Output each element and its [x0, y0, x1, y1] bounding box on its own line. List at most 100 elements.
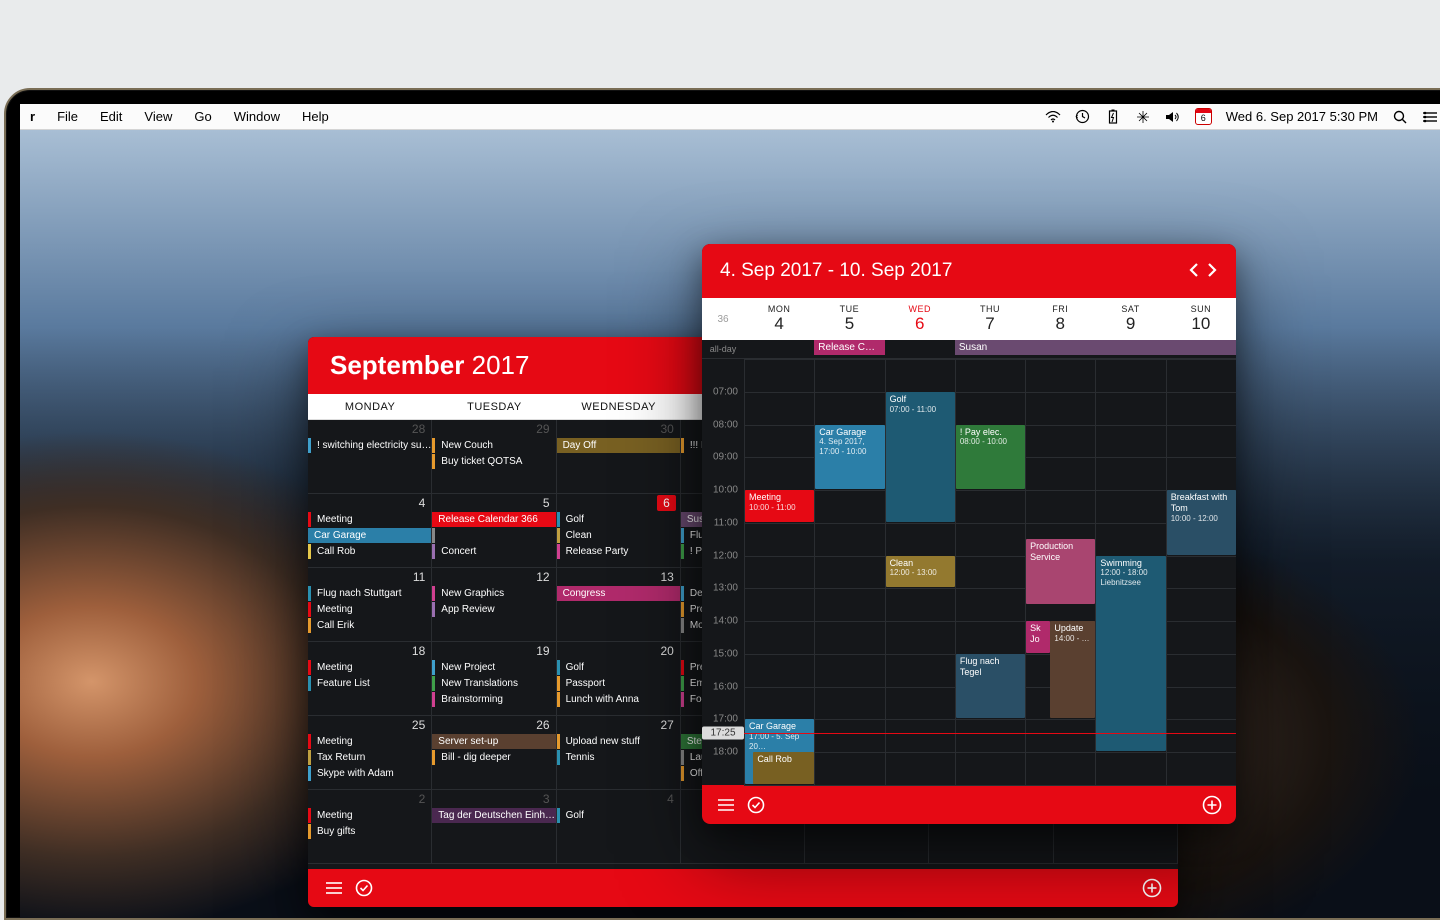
week-event[interactable]: Clean12:00 - 13:00	[886, 556, 955, 588]
month-event[interactable]: Meeting	[308, 808, 431, 823]
month-event[interactable]: Feature List	[308, 676, 431, 691]
menu-edit[interactable]: Edit	[100, 109, 122, 124]
menu-icon[interactable]	[324, 878, 344, 898]
month-cell[interactable]: 12New GraphicsApp Review	[432, 568, 556, 642]
month-event[interactable]: Upload new stuff	[557, 734, 680, 749]
menu-file[interactable]: File	[57, 109, 78, 124]
month-cell[interactable]: 5Release Calendar 366Concert	[432, 494, 556, 568]
prev-week-button[interactable]	[1188, 261, 1200, 282]
week-day-header[interactable]: TUE5	[814, 298, 884, 340]
week-event[interactable]: Call Rob	[753, 752, 814, 784]
week-event[interactable]: Golf07:00 - 11:00	[886, 392, 955, 522]
month-event[interactable]: Day Off	[557, 438, 680, 453]
menubar-clock[interactable]: Wed 6. Sep 2017 5:30 PM	[1226, 109, 1378, 124]
tasks-icon[interactable]	[354, 878, 374, 898]
month-cell[interactable]: 3Tag der Deutschen Einh…	[432, 790, 556, 864]
week-day-header[interactable]: WED6	[885, 298, 955, 340]
month-event[interactable]: Bill - dig deeper	[432, 750, 555, 765]
month-cell[interactable]: 13Congress	[557, 568, 681, 642]
week-day-column[interactable]: Car Garage4. Sep 2017, 17:00 - 10:00	[814, 359, 884, 785]
month-cell[interactable]: 4MeetingCar GarageCall Rob	[308, 494, 432, 568]
calendar-menubar-icon[interactable]: 6	[1195, 108, 1212, 125]
week-day-column[interactable]: Swimming12:00 - 18:00 Liebnitzsee	[1095, 359, 1165, 785]
add-event-button[interactable]	[1202, 795, 1222, 815]
wifi-icon[interactable]	[1045, 109, 1061, 125]
week-day-header[interactable]: MON4	[744, 298, 814, 340]
menu-view[interactable]: View	[144, 109, 172, 124]
month-event[interactable]: Golf	[557, 808, 680, 823]
month-event[interactable]: New Project	[432, 660, 555, 675]
week-day-header[interactable]: FRI8	[1025, 298, 1095, 340]
month-cell[interactable]: 18MeetingFeature List	[308, 642, 432, 716]
month-cell[interactable]: 6GolfCleanRelease Party	[557, 494, 681, 568]
month-event[interactable]: New Graphics	[432, 586, 555, 601]
month-event[interactable]: Congress	[557, 586, 680, 601]
week-day-header[interactable]: THU7	[955, 298, 1025, 340]
week-event[interactable]: ! Pay elec.08:00 - 10:00	[956, 425, 1025, 490]
week-event[interactable]: Sk Jo	[1026, 621, 1050, 653]
month-event[interactable]: Meeting	[308, 734, 431, 749]
month-cell[interactable]: 29New CouchBuy ticket QOTSA	[432, 420, 556, 494]
month-cell[interactable]: 28! switching electricity su…	[308, 420, 432, 494]
month-event[interactable]: New Translations	[432, 676, 555, 691]
menu-go[interactable]: Go	[194, 109, 211, 124]
month-cell[interactable]: 25MeetingTax ReturnSkype with Adam	[308, 716, 432, 790]
next-week-button[interactable]	[1206, 261, 1218, 282]
month-event[interactable]: Passport	[557, 676, 680, 691]
menu-help[interactable]: Help	[302, 109, 329, 124]
month-cell[interactable]: 20GolfPassportLunch with Anna	[557, 642, 681, 716]
month-event[interactable]: Flug nach Stuttgart	[308, 586, 431, 601]
month-event[interactable]: Call Erik	[308, 618, 431, 633]
month-event[interactable]: Buy ticket QOTSA	[432, 454, 555, 469]
month-event[interactable]: Call Rob	[308, 544, 431, 559]
month-event[interactable]: Release Calendar 366	[432, 512, 555, 527]
menu-icon[interactable]	[716, 795, 736, 815]
week-day-column[interactable]: Breakfast with Tom10:00 - 12:00	[1166, 359, 1236, 785]
month-event[interactable]: Clean	[557, 528, 680, 543]
battery-icon[interactable]	[1105, 109, 1121, 125]
week-day-header[interactable]: SAT9	[1095, 298, 1165, 340]
month-cell[interactable]: 30Day Off	[557, 420, 681, 494]
sync-icon[interactable]	[1135, 109, 1151, 125]
week-day-column[interactable]: Meeting10:00 - 11:00Car Garage17:00 - 5.…	[744, 359, 814, 785]
month-event[interactable]: Tennis	[557, 750, 680, 765]
month-event[interactable]: Golf	[557, 512, 680, 527]
month-cell[interactable]: 4Golf	[557, 790, 681, 864]
week-day-column[interactable]: ! Pay elec.08:00 - 10:00 Flug nach Tegel	[955, 359, 1025, 785]
week-day-header[interactable]: SUN10	[1166, 298, 1236, 340]
menu-window[interactable]: Window	[234, 109, 280, 124]
month-event[interactable]: Skype with Adam	[308, 766, 431, 781]
timemachine-icon[interactable]	[1075, 109, 1091, 125]
week-event[interactable]: Car Garage4. Sep 2017, 17:00 - 10:00	[815, 425, 884, 490]
month-event[interactable]: Golf	[557, 660, 680, 675]
week-event[interactable]: Meeting10:00 - 11:00	[745, 490, 814, 522]
month-event[interactable]	[432, 528, 555, 543]
month-cell[interactable]: 19New ProjectNew TranslationsBrainstormi…	[432, 642, 556, 716]
month-event[interactable]: Car Garage	[308, 528, 431, 543]
month-event[interactable]: Tax Return	[308, 750, 431, 765]
week-event[interactable]: Flug nach Tegel	[956, 654, 1025, 719]
spotlight-icon[interactable]	[1392, 109, 1408, 125]
month-event[interactable]: Meeting	[308, 660, 431, 675]
week-event[interactable]: Swimming12:00 - 18:00 Liebnitzsee	[1096, 556, 1165, 752]
month-event[interactable]: App Review	[432, 602, 555, 617]
week-day-column[interactable]: Production Service Sk JoUpdate14:00 - …	[1025, 359, 1095, 785]
month-event[interactable]: Meeting	[308, 512, 431, 527]
month-cell[interactable]: 2MeetingBuy gifts	[308, 790, 432, 864]
month-event[interactable]: ! switching electricity su…	[308, 438, 431, 453]
month-event[interactable]: Tag der Deutschen Einh…	[432, 808, 555, 823]
month-event[interactable]: Brainstorming	[432, 692, 555, 707]
month-event[interactable]: Server set-up	[432, 734, 555, 749]
allday-event[interactable]: Release C…	[814, 340, 884, 355]
month-cell[interactable]: 27Upload new stuffTennis	[557, 716, 681, 790]
week-event[interactable]: Breakfast with Tom10:00 - 12:00	[1167, 490, 1236, 555]
menu-r[interactable]: r	[30, 109, 35, 124]
week-event[interactable]: Update14:00 - …	[1050, 621, 1095, 718]
volume-icon[interactable]	[1165, 109, 1181, 125]
tasks-icon[interactable]	[746, 795, 766, 815]
week-event[interactable]: Production Service	[1026, 539, 1095, 604]
month-event[interactable]: Release Party	[557, 544, 680, 559]
month-event[interactable]: Buy gifts	[308, 824, 431, 839]
month-event[interactable]: Meeting	[308, 602, 431, 617]
week-day-column[interactable]: Golf07:00 - 11:00 Clean12:00 - 13:00	[885, 359, 955, 785]
